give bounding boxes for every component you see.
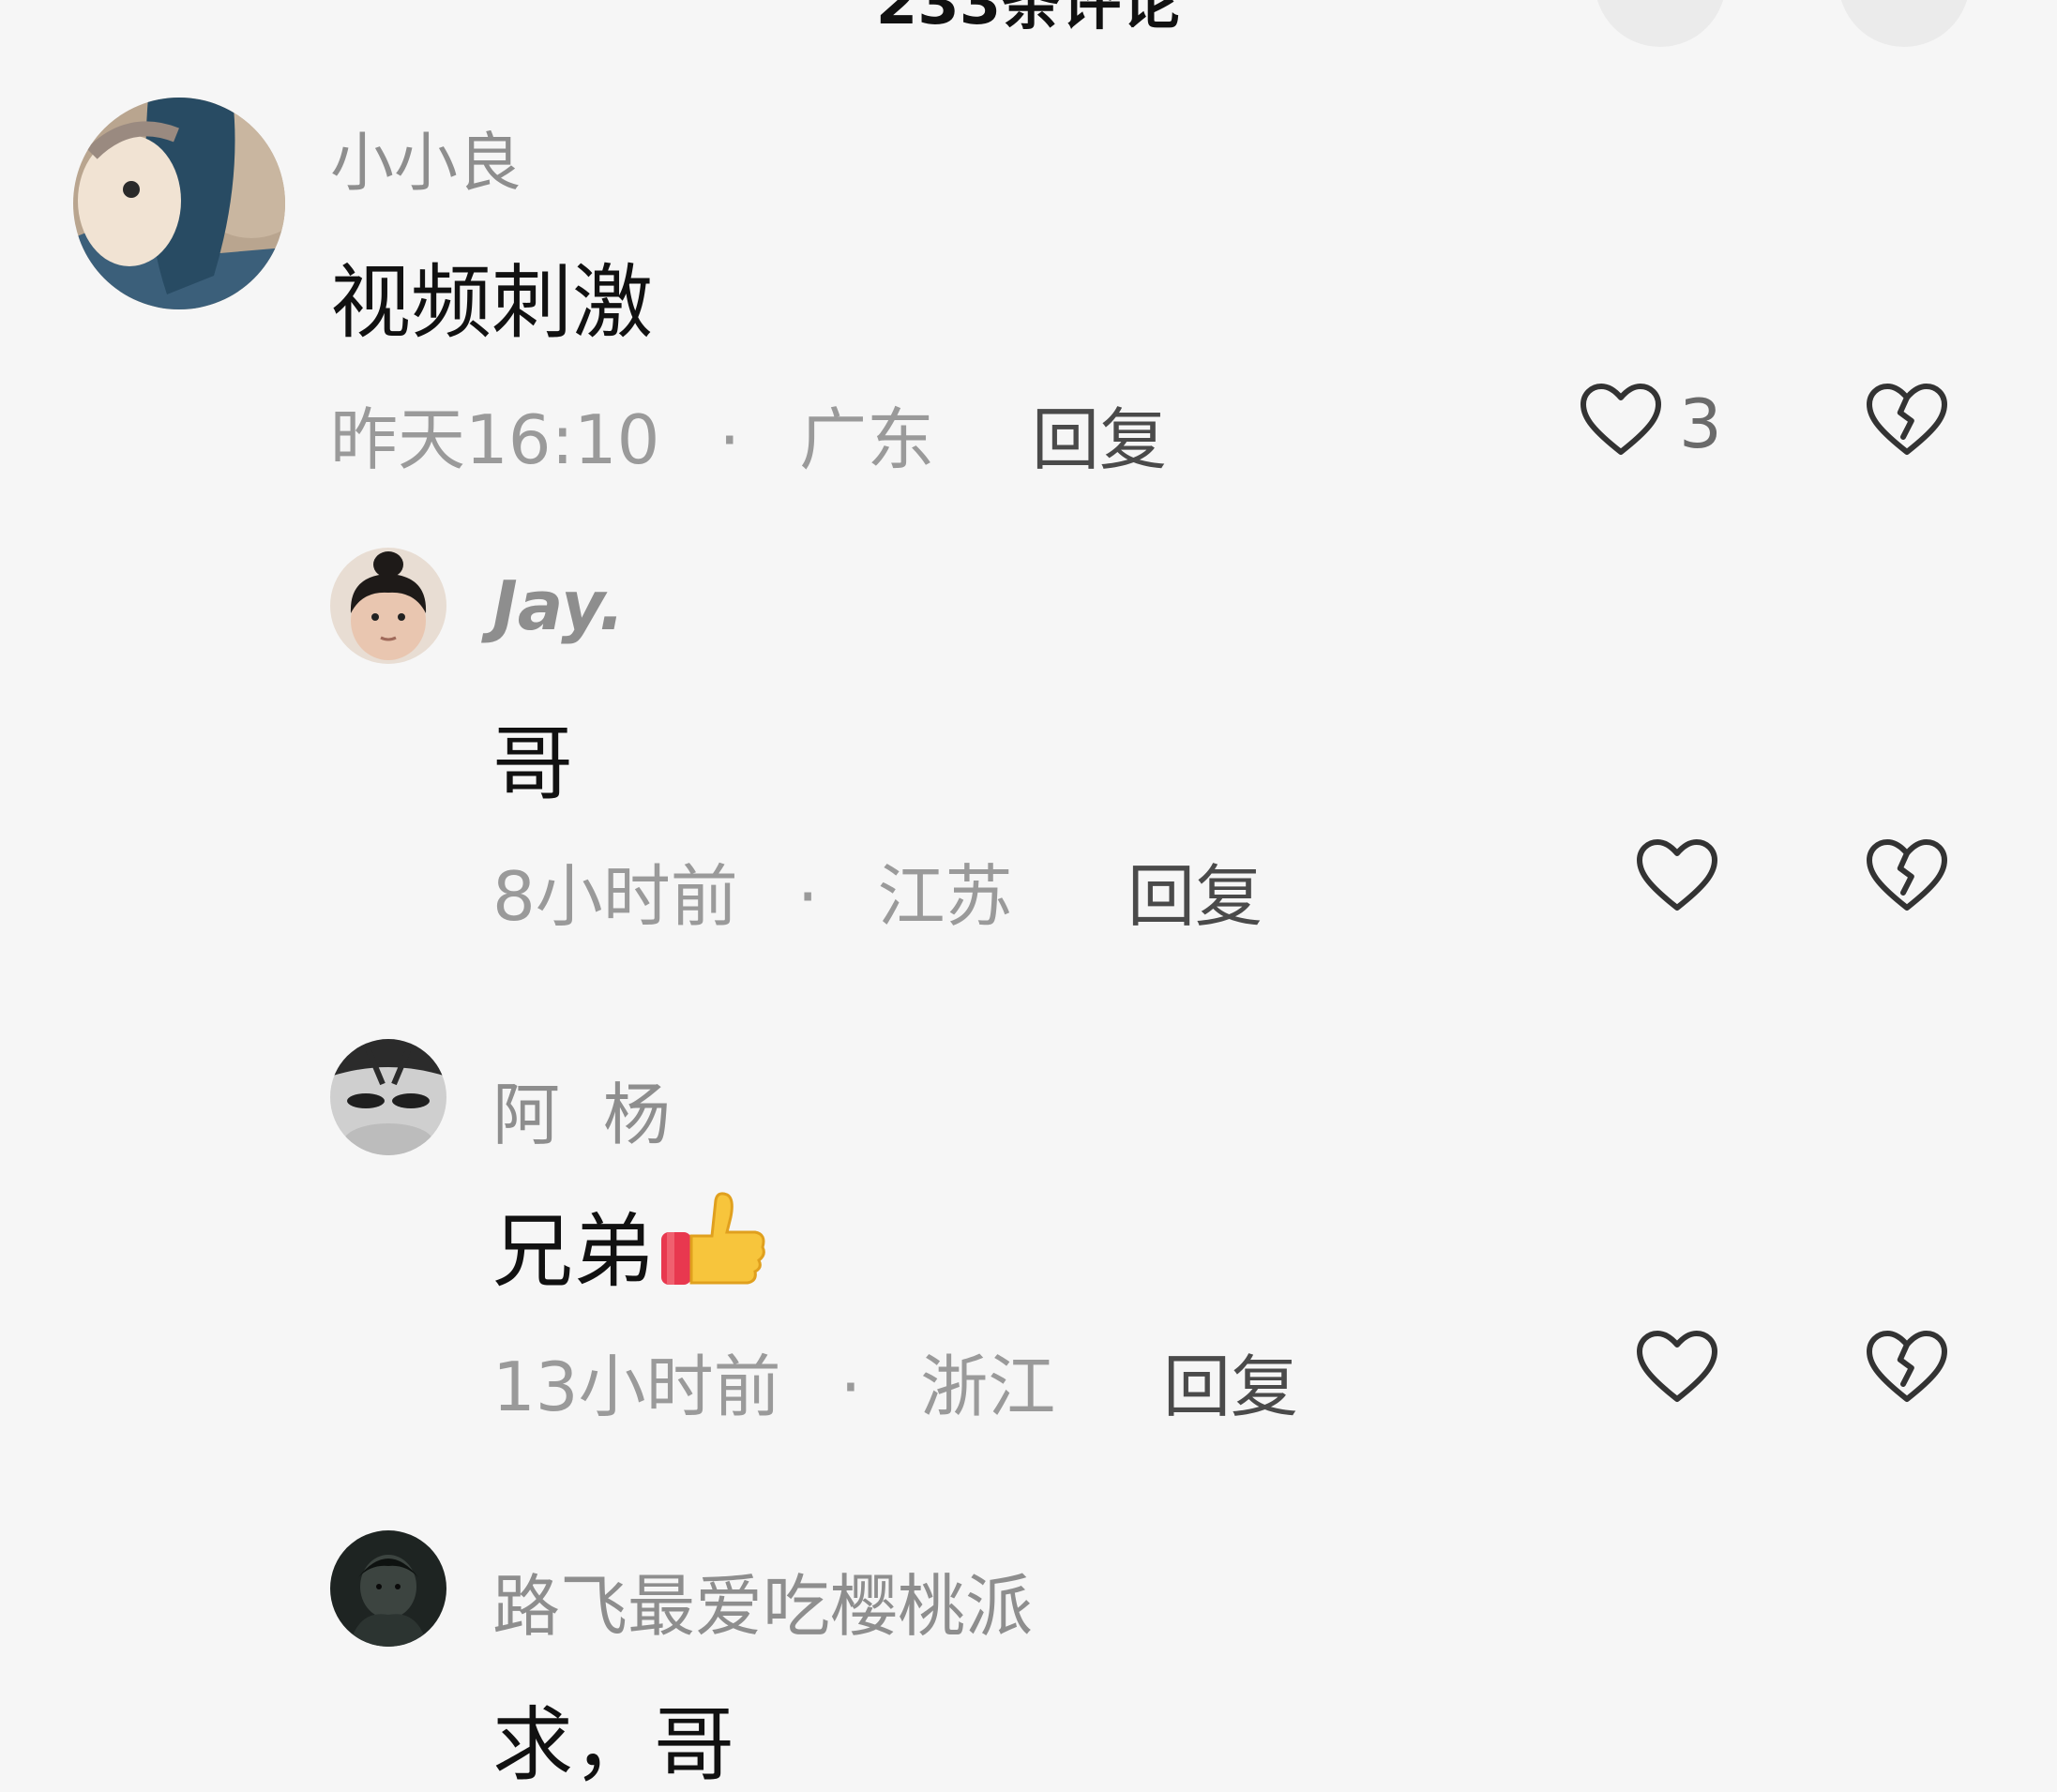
comment-username[interactable]: 阿 杨 <box>492 1060 671 1158</box>
reply-button[interactable]: 回复 <box>1127 841 1263 940</box>
comment-count-title: 233条评论 <box>875 0 1182 38</box>
broken-heart-icon[interactable] <box>1862 1322 1952 1412</box>
comment-text: 哥 <box>492 717 573 811</box>
comment-text-body: 兄弟 <box>492 1205 654 1299</box>
avatar[interactable] <box>330 1530 446 1647</box>
comment-username[interactable]: 小小良 <box>330 111 522 203</box>
comment-panel: 233条评论 @ ✕ 小小良 视频刺激 昨天16:10 · 广东 回复 3 <box>0 0 2057 1792</box>
comment-meta: 昨天16:10 · 广东 <box>330 384 934 483</box>
avatar[interactable] <box>330 548 446 664</box>
comment-text: 兄弟 <box>492 1185 770 1303</box>
heart-outline-icon[interactable] <box>1632 831 1722 921</box>
heart-outline-icon[interactable] <box>1576 375 1666 465</box>
avatar[interactable] <box>73 98 285 309</box>
comment-location: 浙江 <box>920 1348 1056 1426</box>
comment-time: 昨天16:10 <box>330 400 660 479</box>
comment-time: 13小时前 <box>492 1348 781 1426</box>
reply-button[interactable]: 回复 <box>1032 384 1167 483</box>
comment-meta: 13小时前 · 浙江 <box>492 1332 1055 1430</box>
heart-outline-icon[interactable] <box>1632 1322 1722 1412</box>
comment-username[interactable]: 路飞最爱吃樱桃派 <box>492 1551 1033 1649</box>
comment-time: 8小时前 <box>492 857 738 936</box>
like-count: 3 <box>1679 384 1722 463</box>
thumbs-up-emoji <box>661 1192 765 1285</box>
comment-location: 江苏 <box>877 857 1013 936</box>
comment-location: 广东 <box>799 400 935 479</box>
comment-meta: 8小时前 · 江苏 <box>492 841 1013 940</box>
comment-username[interactable]: Jay. <box>492 566 625 645</box>
comment-text: 视频刺激 <box>330 256 653 350</box>
comment-text: 求，哥 <box>492 1698 734 1792</box>
meta-separator: · <box>718 400 741 479</box>
meta-separator: · <box>839 1348 862 1426</box>
broken-heart-icon[interactable] <box>1862 831 1952 921</box>
avatar[interactable] <box>330 1039 446 1155</box>
meta-separator: · <box>796 857 819 936</box>
reply-button[interactable]: 回复 <box>1163 1332 1298 1430</box>
broken-heart-icon[interactable] <box>1862 375 1952 465</box>
